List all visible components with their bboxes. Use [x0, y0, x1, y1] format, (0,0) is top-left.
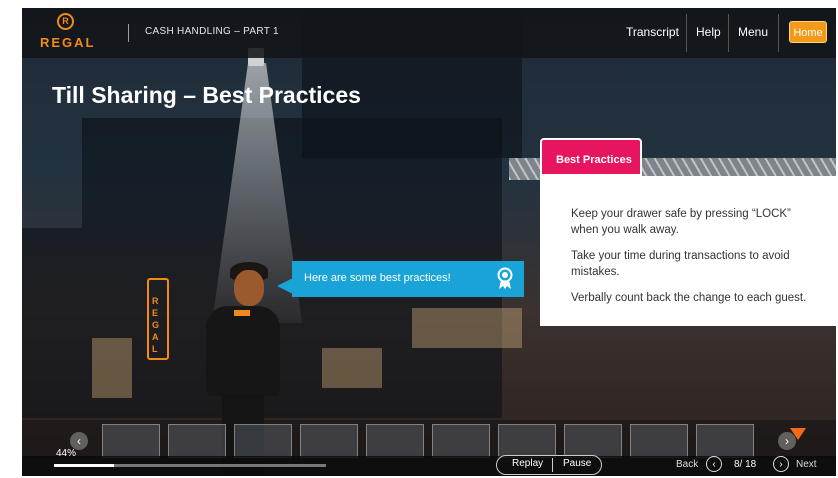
- sign-letter: R: [152, 296, 159, 306]
- slide-counter: 8/ 18: [734, 459, 757, 470]
- sign-letter: G: [152, 320, 160, 330]
- lit-window: [322, 348, 382, 388]
- next-arrow-icon[interactable]: ›: [773, 456, 789, 472]
- course-player: R REGAL CASH HANDLING – PART 1 Transcrip…: [22, 8, 836, 476]
- course-title: CASH HANDLING – PART 1: [145, 26, 279, 37]
- filmstrip-thumbnail[interactable]: [234, 424, 292, 458]
- nav-separator: [778, 14, 779, 52]
- transcript-button[interactable]: Transcript: [626, 25, 679, 39]
- character-body: [206, 306, 280, 396]
- replay-button[interactable]: Replay: [512, 458, 543, 469]
- regal-logo-text: REGAL: [40, 35, 96, 50]
- filmstrip-thumbnail[interactable]: [564, 424, 622, 458]
- regal-logo-mark: R: [57, 13, 74, 30]
- award-ribbon-icon: [497, 267, 513, 289]
- nav-separator: [686, 14, 687, 52]
- progress-percent: 44%: [56, 448, 77, 459]
- practice-item: Verbally count back the change to each g…: [571, 292, 807, 304]
- menu-button[interactable]: Menu: [738, 25, 768, 39]
- filmstrip-thumbnail[interactable]: [102, 424, 160, 458]
- practice-item: Keep your drawer safe by pressing “LOCK”…: [571, 208, 791, 236]
- regal-vertical-sign: R E G A L: [147, 278, 169, 360]
- pill-divider: [552, 458, 553, 472]
- lit-window: [92, 338, 132, 398]
- next-label[interactable]: Next: [796, 459, 817, 470]
- best-practices-panel: Keep your drawer safe by pressing “LOCK”…: [540, 176, 836, 326]
- filmstrip-thumbnail[interactable]: [696, 424, 754, 458]
- filmstrip-thumbnail[interactable]: [432, 424, 490, 458]
- sign-letter: E: [152, 308, 159, 318]
- sign-letter: A: [152, 332, 159, 342]
- filmstrip-thumbnail[interactable]: [168, 424, 226, 458]
- best-practices-tab: Best Practices: [540, 138, 642, 176]
- character-head: [234, 270, 264, 306]
- progress-bar: [54, 464, 326, 467]
- filmstrip-thumbnail[interactable]: [366, 424, 424, 458]
- top-bar: R REGAL CASH HANDLING – PART 1 Transcrip…: [22, 8, 836, 58]
- speech-bubble: Here are some best practices!: [292, 261, 524, 297]
- speech-bubble-text: Here are some best practices!: [304, 272, 451, 284]
- filmstrip-thumbnail[interactable]: [630, 424, 688, 458]
- nav-separator: [728, 14, 729, 52]
- current-slide-marker-icon: [790, 428, 806, 440]
- sign-letter: L: [152, 344, 158, 354]
- lit-storefront: [412, 308, 522, 348]
- back-label[interactable]: Back: [676, 459, 698, 470]
- best-practices-tab-label: Best Practices: [556, 154, 632, 166]
- speech-bubble-tail: [277, 278, 293, 294]
- home-button[interactable]: Home: [789, 21, 827, 43]
- back-arrow-icon[interactable]: ‹: [706, 456, 722, 472]
- filmstrip-thumbnail[interactable]: [498, 424, 556, 458]
- slide-title: Till Sharing – Best Practices: [52, 82, 361, 108]
- character-collar: [234, 310, 250, 316]
- filmstrip-thumbnail[interactable]: [300, 424, 358, 458]
- pause-button[interactable]: Pause: [563, 458, 591, 469]
- progress-bar-fill: [54, 464, 114, 467]
- background-building-left: [22, 228, 82, 418]
- regal-logo[interactable]: R REGAL: [38, 11, 98, 55]
- header-divider: [128, 24, 129, 42]
- help-button[interactable]: Help: [696, 25, 721, 39]
- practice-item: Take your time during transactions to av…: [571, 250, 790, 278]
